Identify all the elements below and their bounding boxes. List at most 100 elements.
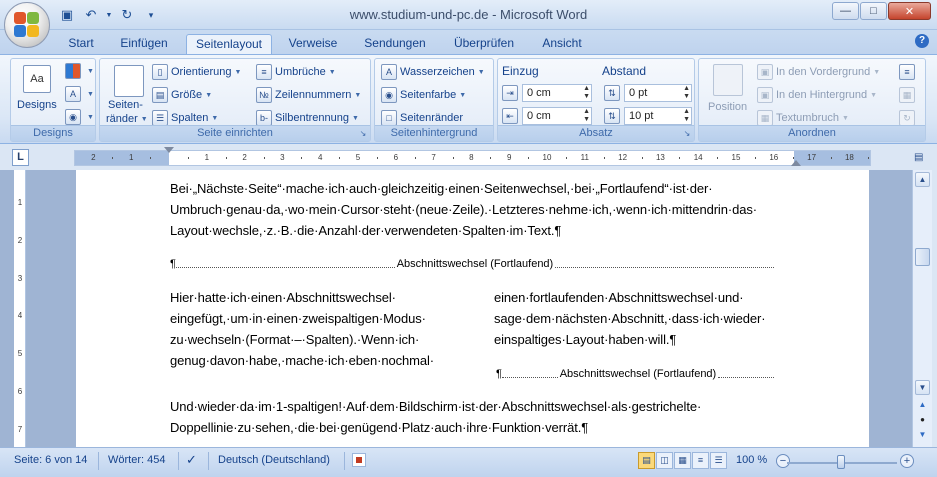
status-language[interactable]: Deutsch (Deutschland)	[218, 454, 330, 466]
scroll-down-icon[interactable]: ▼	[915, 380, 930, 395]
first-line-indent-marker[interactable]	[164, 147, 174, 153]
zoom-slider-thumb[interactable]	[837, 455, 845, 469]
ruler-toggle-icon[interactable]: ▤	[914, 152, 928, 166]
office-button[interactable]	[4, 2, 50, 48]
maximize-button[interactable]: □	[860, 2, 887, 20]
status-page[interactable]: Seite: 6 von 14	[14, 454, 87, 466]
align-button[interactable]: ≡	[899, 64, 915, 80]
chevron-down-icon: ▼	[459, 91, 467, 99]
zeilennummern-button[interactable]: № Zeilennummern ▼	[256, 87, 361, 103]
macro-record-icon[interactable]	[352, 453, 366, 470]
document-page[interactable]: Bei·„Nächste·Seite“·mache·ich·auch·gleic…	[76, 170, 869, 447]
status-separator	[344, 452, 345, 470]
vordergrund-button[interactable]: ▣ In den Vordergrund ▼	[757, 64, 880, 80]
abstand-vor-input[interactable]: 0 pt ▲ ▼	[624, 84, 692, 102]
chevron-down-icon: ▼	[87, 113, 94, 121]
watermark-icon: A	[381, 64, 397, 80]
minimize-button[interactable]: —	[832, 2, 859, 20]
seitenraender-button[interactable]: ränder ▼	[106, 113, 148, 125]
close-button[interactable]: ✕	[888, 2, 931, 20]
seitenraender-hintergrund-button[interactable]: □ Seitenränder	[381, 110, 463, 126]
seitenfarbe-button[interactable]: ◉ Seitenfarbe ▼	[381, 87, 466, 103]
tab-ansicht[interactable]: Ansicht	[534, 34, 590, 54]
position-icon[interactable]	[713, 64, 743, 96]
horizontal-ruler[interactable]: 2 1 1 2 3 4 5 6 7 8 9 10 11 12 13 14 15 16 17 18	[74, 147, 871, 166]
wasserzeichen-button[interactable]: A Wasserzeichen ▼	[381, 64, 485, 80]
dialog-launcher-icon[interactable]: ↘	[682, 129, 692, 139]
ribbon: Aa Designs ▼ A ▼ ◉ ▼ Designs Seiten- rände…	[0, 54, 937, 144]
groesse-button[interactable]: ▤ Größe ▼	[152, 87, 212, 103]
tab-selector-button[interactable]: L	[12, 149, 29, 166]
tab-sendungen[interactable]: Sendungen	[356, 34, 434, 54]
scroll-up-icon[interactable]: ▲	[915, 172, 930, 187]
tab-seitenlayout[interactable]: Seitenlayout	[186, 34, 272, 54]
vertical-scrollbar[interactable]: ▲ ▼ ▲ ● ▼	[912, 170, 932, 447]
ruler-tick: 6	[393, 153, 399, 162]
help-icon[interactable]: ?	[915, 34, 929, 48]
tab-ueberpruefen[interactable]: Überprüfen	[444, 34, 524, 54]
ruler-tick: 12	[618, 153, 628, 162]
ruler-dot	[376, 157, 378, 159]
send-to-back-icon: ▣	[757, 87, 773, 103]
tab-start[interactable]: Start	[60, 34, 102, 54]
spin-arrows-icon[interactable]: ▲ ▼	[683, 108, 690, 124]
ruler-dot	[112, 157, 114, 159]
hintergrund-button[interactable]: ▣ In den Hintergrund ▼	[757, 87, 877, 103]
tab-verweise[interactable]: Verweise	[280, 34, 346, 54]
ruler-dot	[263, 157, 265, 159]
orientierung-button[interactable]: ▯ Orientierung ▼	[152, 64, 241, 80]
seitenraender-icon[interactable]	[114, 65, 144, 97]
seitenraender-label-1[interactable]: Seiten-	[108, 99, 143, 111]
status-words[interactable]: Wörter: 454	[108, 454, 165, 466]
next-page-icon[interactable]: ▼	[915, 428, 930, 443]
ruler-tick: 2	[242, 153, 247, 162]
view-outline-button[interactable]: ≡	[692, 452, 709, 469]
zoom-level[interactable]: 100 %	[736, 454, 767, 466]
dialog-launcher-icon[interactable]: ↘	[358, 129, 368, 139]
ruler-tick: 4	[317, 153, 323, 162]
chevron-down-icon: ▼	[873, 68, 881, 76]
designs-button[interactable]: Designs	[17, 99, 57, 111]
hintergrund-label: In den Hintergrund	[776, 89, 868, 101]
rotate-button[interactable]: ↻	[899, 110, 915, 126]
view-print-layout-button[interactable]: ▤	[638, 452, 655, 469]
previous-page-icon[interactable]: ▲	[915, 398, 930, 413]
silbentrennung-button[interactable]: b- Silbentrennung ▼	[256, 110, 359, 126]
spellcheck-icon[interactable]: ✓	[186, 452, 197, 468]
view-full-screen-reading-button[interactable]: ◫	[656, 452, 673, 469]
chevron-down-icon: ▼	[205, 91, 213, 99]
right-indent-marker[interactable]	[791, 160, 801, 166]
spin-arrows-icon[interactable]: ▲ ▼	[583, 108, 590, 124]
position-button[interactable]: Position	[708, 101, 747, 113]
group-label-absatz: Absatz	[498, 125, 694, 141]
break-dots	[501, 371, 558, 378]
ruler-dot	[414, 157, 416, 159]
ruler-dot	[490, 157, 492, 159]
umbrueche-button[interactable]: ≡ Umbrüche ▼	[256, 64, 336, 80]
vruler-tick: 2	[17, 235, 23, 245]
design-fonts-button[interactable]: A ▼	[65, 86, 94, 102]
einzug-rechts-input[interactable]: 0 cm ▲ ▼	[522, 107, 592, 125]
scrollbar-thumb[interactable]	[915, 248, 930, 266]
spin-arrows-icon[interactable]: ▲ ▼	[583, 85, 590, 101]
design-colors-button[interactable]: ▼	[65, 63, 94, 79]
design-effects-button[interactable]: ◉ ▼	[65, 109, 94, 125]
umbrueche-label: Umbrüche	[275, 66, 326, 78]
tab-einfuegen[interactable]: Einfügen	[110, 34, 178, 54]
zoom-out-icon[interactable]: −	[776, 454, 790, 468]
spalten-button[interactable]: ☰ Spalten ▼	[152, 110, 218, 126]
einzug-rechts-value: 0 cm	[527, 110, 551, 122]
browse-object-icon[interactable]: ●	[915, 413, 930, 428]
group-objects-button[interactable]: ▦	[899, 87, 915, 103]
textumbruch-button[interactable]: ▦ Textumbruch ▼	[757, 110, 849, 126]
view-web-layout-button[interactable]: ▦	[674, 452, 691, 469]
zoom-in-icon[interactable]: +	[900, 454, 914, 468]
status-bar: Seite: 6 von 14 Wörter: 454 ✓ Deutsch (D…	[0, 447, 937, 477]
designs-icon[interactable]: Aa	[23, 65, 51, 93]
spin-arrows-icon[interactable]: ▲ ▼	[683, 85, 690, 101]
vertical-ruler[interactable]: 1 2 3 4 5 6 7	[14, 170, 26, 447]
einzug-links-input[interactable]: 0 cm ▲ ▼	[522, 84, 592, 102]
indent-left-icon: ⇥	[502, 85, 518, 101]
abstand-nach-input[interactable]: 10 pt ▲ ▼	[624, 107, 692, 125]
view-draft-button[interactable]: ☰	[710, 452, 727, 469]
